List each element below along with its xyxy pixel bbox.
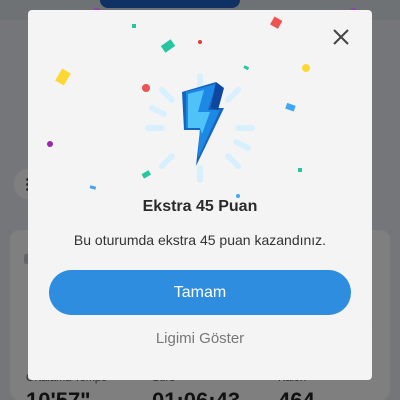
- close-icon: [333, 29, 349, 45]
- close-button[interactable]: [330, 26, 352, 48]
- confetti-decoration: [47, 16, 310, 198]
- dialog-message: Bu oturumda ekstra 45 puan kazandınız.: [73, 232, 327, 248]
- lightning-bolt-icon: [140, 68, 260, 188]
- reward-dialog: Ekstra 45 Puan Bu oturumda ekstra 45 pua…: [28, 10, 372, 380]
- ok-button[interactable]: Tamam: [49, 270, 351, 315]
- show-my-league-link[interactable]: Ligimi Göster: [28, 330, 372, 347]
- dialog-title: Ekstra 45 Puan: [142, 198, 258, 215]
